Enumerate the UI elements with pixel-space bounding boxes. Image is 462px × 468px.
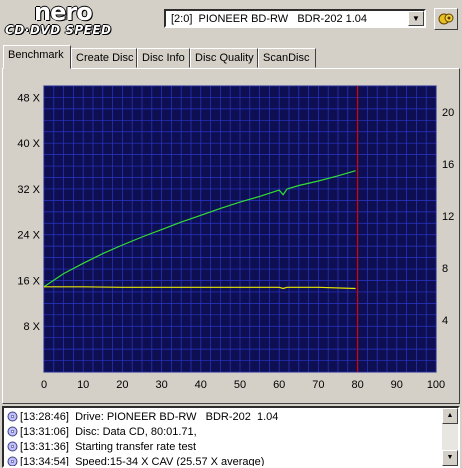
log-entry: [13:31:36] Starting transfer rate test [7, 439, 196, 454]
log-text: Starting transfer rate test [75, 440, 197, 453]
log-time: [13:31:06] [20, 425, 69, 438]
y-right-tick-label: 20 [442, 107, 454, 119]
log-entry: [13:31:06] Disc: Data CD, 80:01.71, [7, 424, 197, 439]
log-panel: [13:28:46] Drive: PIONEER BD-RW BDR-202 … [2, 406, 460, 468]
scroll-down-button[interactable]: ▼ [442, 450, 458, 466]
scroll-up-button[interactable]: ▲ [442, 408, 458, 424]
log-time: [13:34:54] [20, 455, 69, 468]
log-scrollbar[interactable]: ▲ ▼ [442, 408, 458, 466]
disc-icon [7, 456, 18, 466]
x-tick-label: 50 [234, 379, 246, 391]
y-left-tick-label: 40 X [17, 138, 40, 150]
x-tick-label: 80 [351, 379, 363, 391]
x-tick-label: 100 [427, 379, 445, 391]
x-tick-label: 0 [41, 379, 47, 391]
log-text: Drive: PIONEER BD-RW BDR-202 1.04 [75, 410, 279, 423]
y-left-tick-label: 32 X [17, 184, 40, 196]
disc-icon [7, 411, 18, 422]
log-entry: [13:34:54] Speed:15-34 X CAV (25.57 X av… [7, 454, 265, 468]
y-right-tick-label: 12 [442, 211, 454, 223]
x-tick-label: 30 [155, 379, 167, 391]
y-left-tick-label: 48 X [17, 92, 40, 104]
chevron-down-icon: ▼ [446, 454, 454, 461]
log-text: Disc: Data CD, 80:01.71, [75, 425, 197, 438]
tab-benchmark[interactable]: Benchmark [3, 45, 71, 69]
disc-icon [7, 426, 18, 437]
log-time: [13:28:46] [20, 410, 69, 423]
y-right-tick-label: 16 [442, 159, 454, 171]
log-time: [13:31:36] [20, 440, 69, 453]
x-tick-label: 40 [195, 379, 207, 391]
x-tick-label: 10 [77, 379, 89, 391]
x-tick-label: 60 [273, 379, 285, 391]
x-tick-label: 90 [391, 379, 403, 391]
chevron-up-icon: ▲ [446, 412, 454, 419]
y-left-tick-label: 24 X [17, 230, 40, 242]
log-text: Speed:15-34 X CAV (25.57 X average) [75, 455, 265, 468]
log-entry: [13:28:46] Drive: PIONEER BD-RW BDR-202 … [7, 409, 278, 424]
x-tick-label: 70 [312, 379, 324, 391]
y-right-tick-label: 8 [442, 263, 448, 275]
x-tick-label: 20 [116, 379, 128, 391]
y-left-tick-label: 8 X [23, 321, 40, 333]
disc-icon [7, 441, 18, 452]
y-left-tick-label: 16 X [17, 275, 40, 287]
y-right-tick-label: 4 [442, 315, 448, 327]
